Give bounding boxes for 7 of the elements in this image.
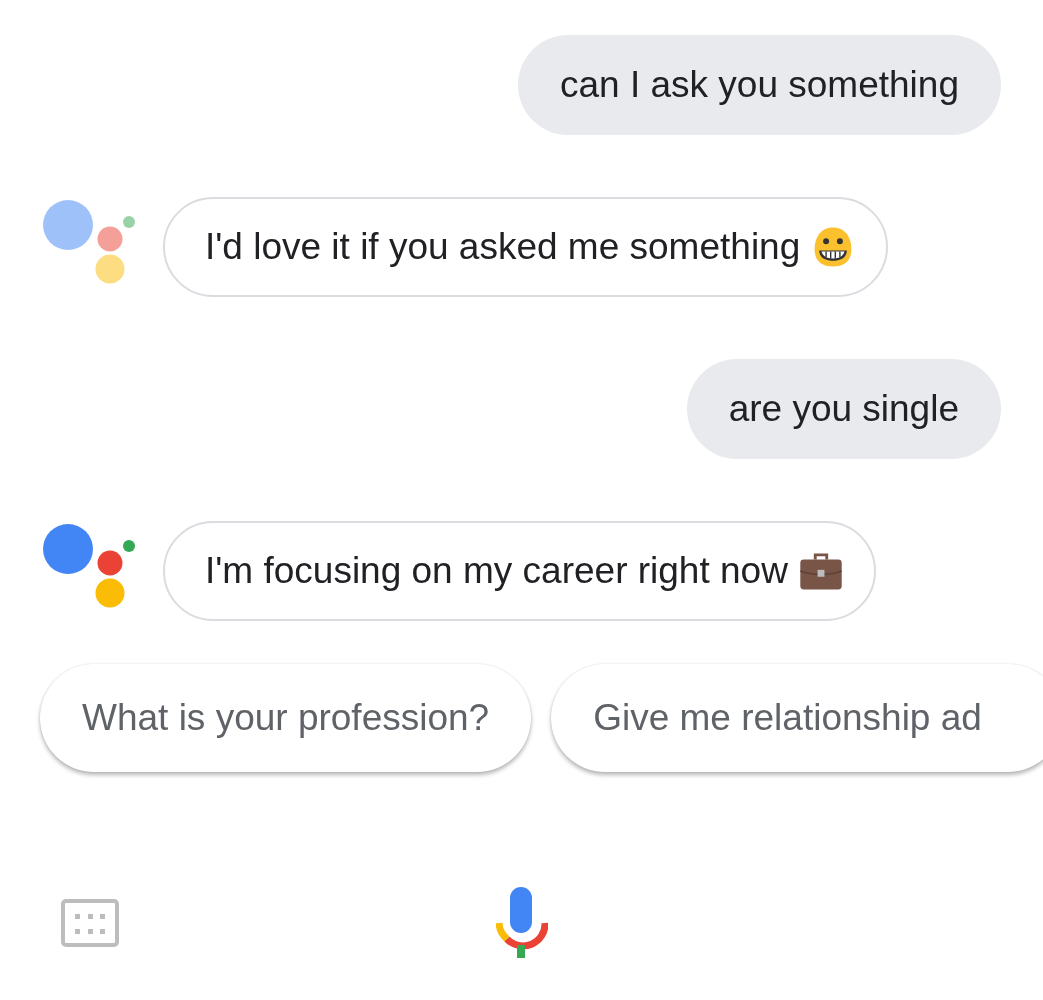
microphone-icon[interactable] (495, 887, 548, 959)
suggestion-chip[interactable]: Give me relationship ad (551, 664, 1043, 772)
suggestion-chip[interactable]: What is your profession? (40, 664, 532, 772)
assistant-message-bubble: I'd love it if you asked me something (163, 197, 889, 297)
user-message-bubble: can I ask you something (518, 35, 1001, 135)
user-message-bubble: are you single (686, 359, 1001, 459)
assistant-message-bubble: I'm focusing on my career right now (163, 521, 876, 621)
